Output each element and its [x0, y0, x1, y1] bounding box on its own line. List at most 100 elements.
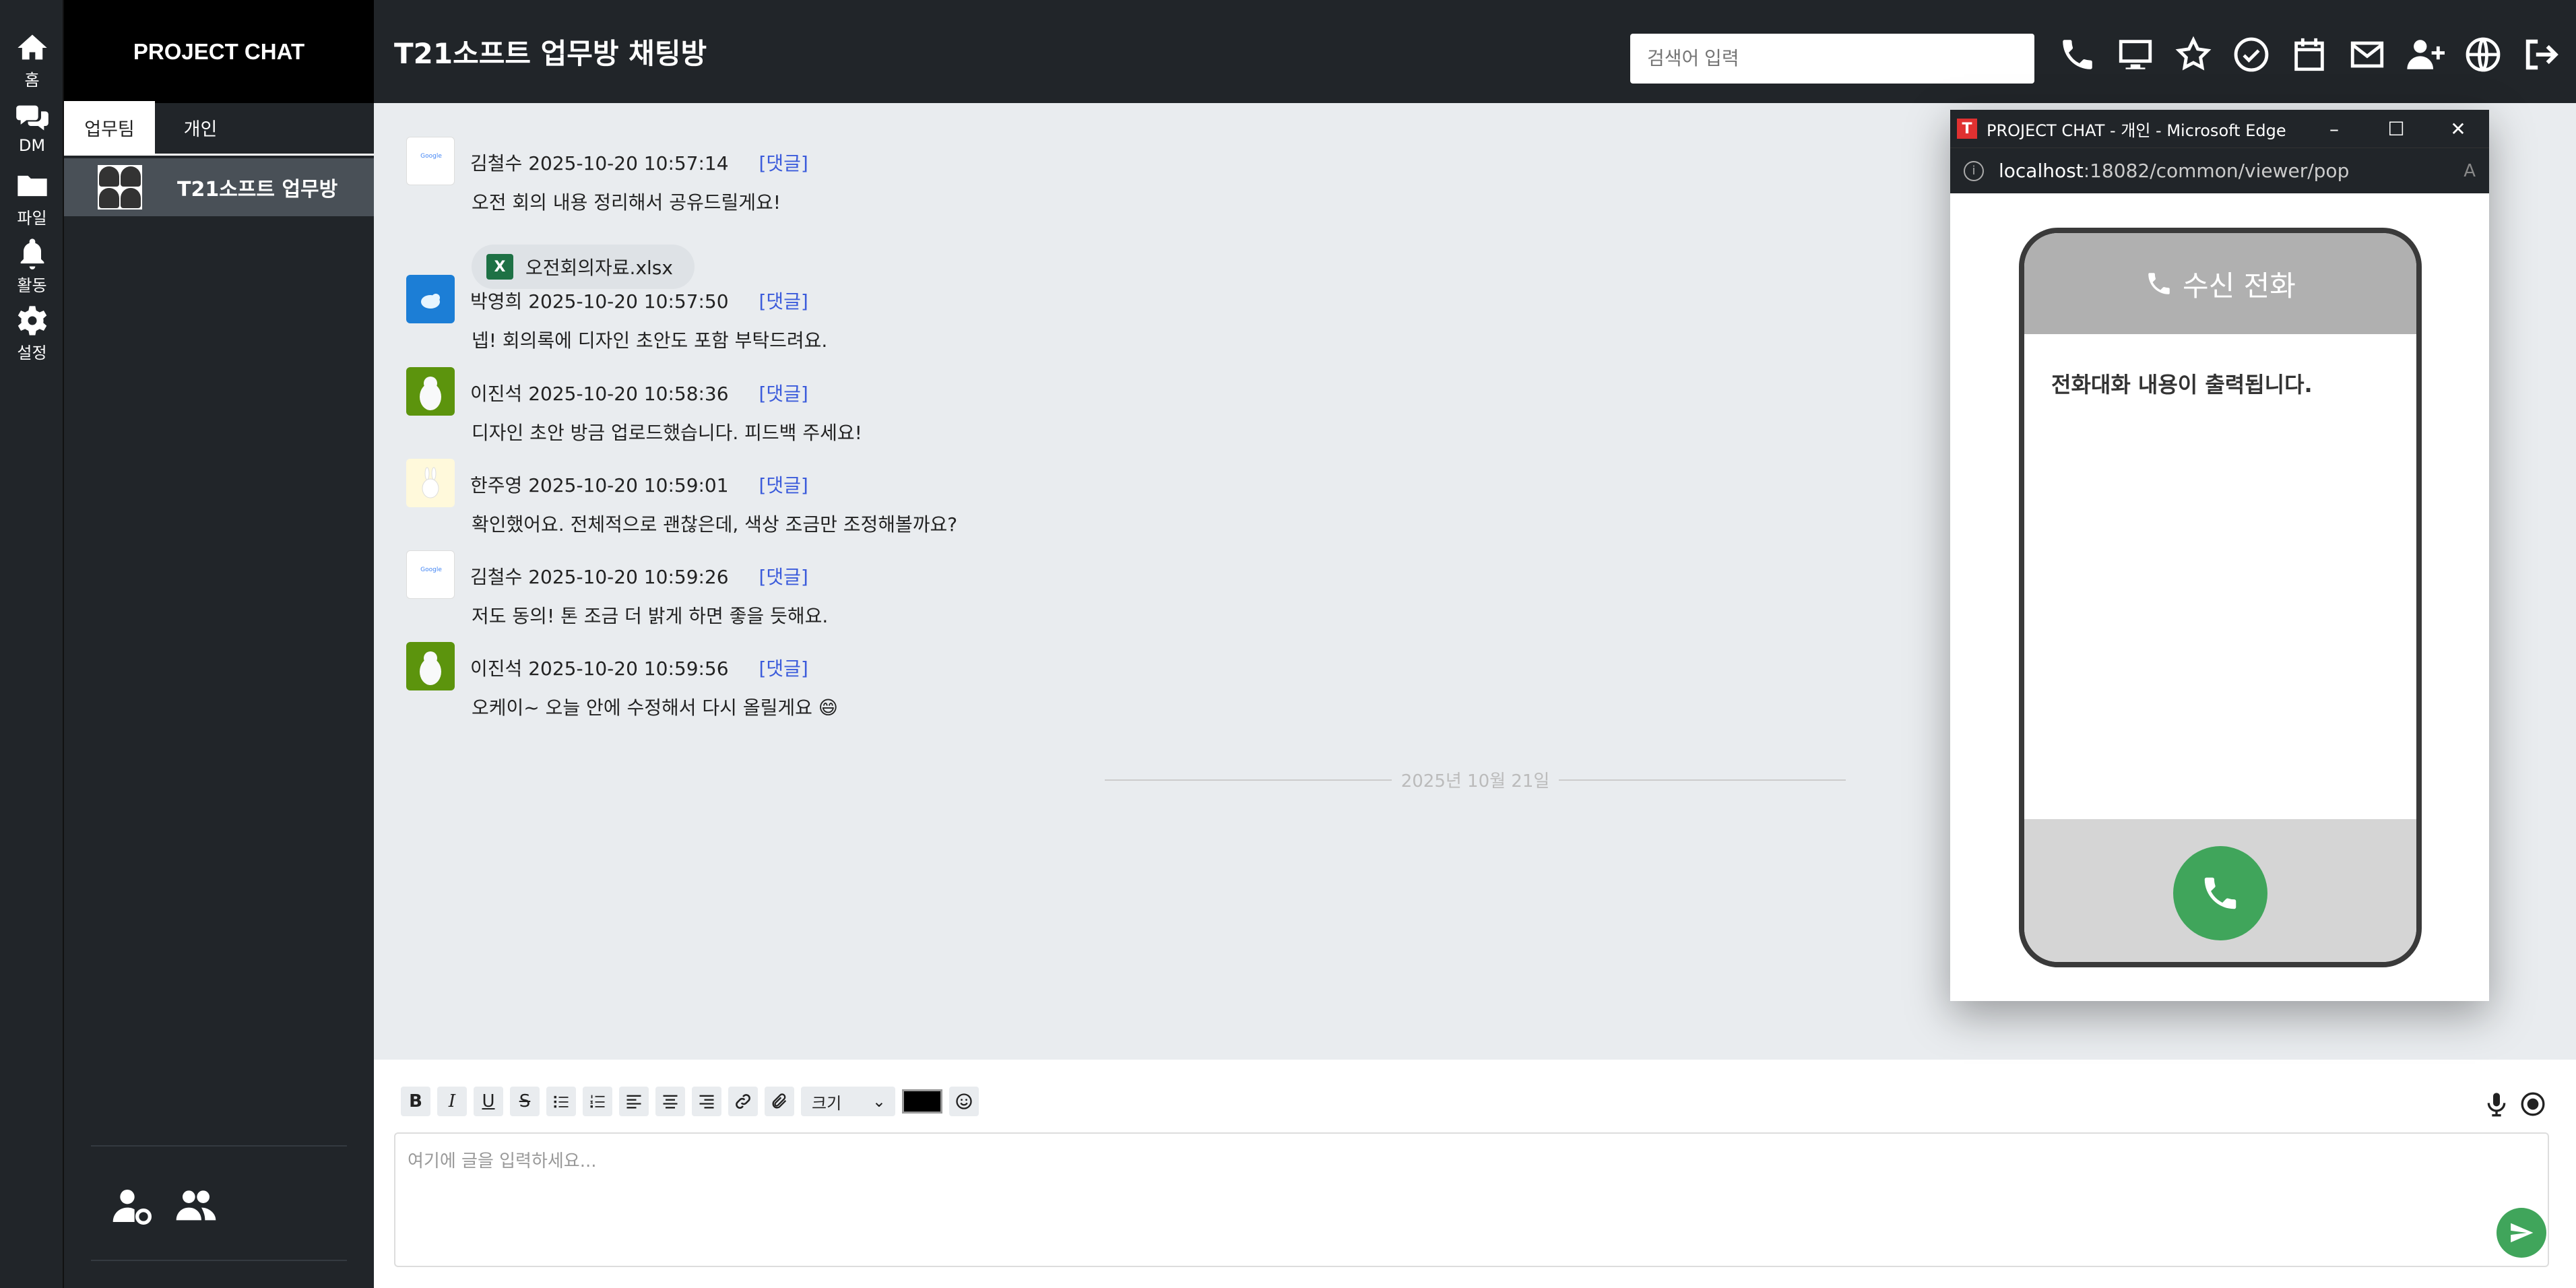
- attach-button[interactable]: [765, 1087, 794, 1116]
- message-author: 김철수: [470, 566, 523, 588]
- bell-icon: [20, 238, 44, 269]
- chat-bubbles-icon: [15, 105, 49, 131]
- reply-link[interactable]: [댓글]: [759, 657, 808, 680]
- tab-team[interactable]: 업무팀: [64, 101, 155, 154]
- room-item-t21[interactable]: T21소프트 업무방: [64, 158, 374, 216]
- svg-text:Google: Google: [420, 153, 442, 160]
- message-author: 김철수: [470, 152, 523, 174]
- globe-icon[interactable]: [2464, 35, 2503, 74]
- message-text: 디자인 초안 방금 업로드했습니다. 피드백 주세요!: [472, 422, 862, 444]
- text-color-picker[interactable]: [902, 1089, 942, 1114]
- sidebar-divider-bottom: [91, 1260, 347, 1261]
- align-right-button[interactable]: [692, 1087, 721, 1116]
- message-time: 2025-10-20 10:59:56: [528, 657, 729, 680]
- file-name: 오전회의자료.xlsx: [525, 257, 673, 279]
- message-composer: B I U S 크기 ⌄ 여기에 글을 입력하세요...: [374, 1060, 2576, 1288]
- message-input[interactable]: 여기에 글을 입력하세요...: [394, 1132, 2549, 1267]
- phone-icon: [2204, 877, 2236, 909]
- italic-button[interactable]: I: [437, 1087, 467, 1116]
- call-popup-window: T PROJECT CHAT - 개인 - Microsoft Edge – ☐…: [1950, 110, 2489, 1001]
- info-icon[interactable]: i: [1964, 160, 1984, 181]
- popup-window-title: PROJECT CHAT - 개인 - Microsoft Edge: [1987, 121, 2286, 140]
- nav-dm[interactable]: DM: [0, 100, 64, 155]
- nav-home[interactable]: 홈: [0, 30, 64, 90]
- nav-home-label: 홈: [24, 71, 40, 90]
- minimize-icon[interactable]: –: [2303, 118, 2365, 140]
- sidebar-divider: [91, 1145, 347, 1147]
- check-circle-icon[interactable]: [2232, 35, 2271, 74]
- avatar: Google: [406, 137, 455, 185]
- align-right-icon: [699, 1095, 714, 1109]
- phone-icon: [2148, 273, 2170, 294]
- maximize-icon[interactable]: ☐: [2365, 118, 2427, 140]
- message-time: 2025-10-20 10:58:36: [528, 383, 729, 405]
- file-attachment[interactable]: X 오전회의자료.xlsx: [472, 245, 695, 289]
- message-header: 이진석 2025-10-20 10:59:56 [댓글]: [470, 654, 808, 681]
- brand-title: PROJECT CHAT: [64, 0, 374, 103]
- close-icon[interactable]: ✕: [2427, 118, 2489, 140]
- bullet-list-button[interactable]: [546, 1087, 576, 1116]
- numbered-list-button[interactable]: [583, 1087, 612, 1116]
- chat-header: T21소프트 업무방 채팅방: [374, 0, 2576, 103]
- call-header: 수신 전화: [2024, 233, 2416, 334]
- monitor-icon[interactable]: [2116, 35, 2155, 74]
- search-input[interactable]: [1630, 34, 2034, 84]
- align-center-button[interactable]: [655, 1087, 685, 1116]
- message-time: 2025-10-20 10:59:26: [528, 566, 729, 588]
- send-button[interactable]: [2497, 1208, 2546, 1258]
- avatar: [406, 642, 455, 690]
- mail-icon[interactable]: [2348, 35, 2387, 74]
- phone-icon[interactable]: [2058, 35, 2097, 74]
- nav-files[interactable]: 파일: [0, 168, 64, 228]
- message-header: 박영희 2025-10-20 10:57:50 [댓글]: [470, 287, 808, 314]
- reply-link[interactable]: [댓글]: [759, 566, 808, 588]
- reply-link[interactable]: [댓글]: [759, 383, 808, 405]
- app-logo-icon: T: [1957, 119, 1977, 139]
- link-button[interactable]: [728, 1087, 758, 1116]
- message-header: 한주영 2025-10-20 10:59:01 [댓글]: [470, 471, 808, 498]
- message-author: 한주영: [470, 474, 523, 496]
- align-left-button[interactable]: [619, 1087, 649, 1116]
- calendar-icon[interactable]: [2290, 35, 2329, 74]
- logout-icon[interactable]: [2521, 35, 2561, 74]
- message-header: 김철수 2025-10-20 10:59:26 [댓글]: [470, 562, 808, 589]
- tab-personal[interactable]: 개인: [155, 101, 246, 154]
- users-icon[interactable]: [174, 1184, 218, 1227]
- bullet-list-icon: [554, 1095, 569, 1108]
- reply-link[interactable]: [댓글]: [759, 290, 808, 313]
- add-user-icon[interactable]: [2406, 35, 2445, 74]
- message-author: 박영희: [470, 290, 523, 313]
- nav-files-label: 파일: [17, 209, 47, 228]
- message-text: 저도 동의! 톤 조금 더 밝게 하면 좋을 듯해요.: [472, 605, 829, 627]
- microphone-icon[interactable]: [2483, 1091, 2510, 1118]
- avatar: Google: [406, 550, 455, 599]
- answer-call-button[interactable]: [2173, 846, 2267, 940]
- nav-settings[interactable]: 설정: [0, 303, 64, 363]
- message-time: 2025-10-20 10:59:01: [528, 474, 729, 496]
- message-text: 오케이~ 오늘 안에 수정해서 다시 올릴게요 😄: [472, 697, 838, 719]
- strikethrough-button[interactable]: S: [510, 1087, 540, 1116]
- message-header: 이진석 2025-10-20 10:58:36 [댓글]: [470, 379, 808, 406]
- message-author: 이진석: [470, 657, 523, 680]
- message-text: 오전 회의 내용 정리해서 공유드릴게요!: [472, 191, 781, 214]
- bold-button[interactable]: B: [401, 1087, 430, 1116]
- align-left-icon: [626, 1095, 641, 1109]
- star-icon[interactable]: [2174, 35, 2213, 74]
- reply-link[interactable]: [댓글]: [759, 474, 808, 496]
- read-aloud-icon[interactable]: A: [2464, 161, 2476, 181]
- emoji-button[interactable]: [949, 1087, 979, 1116]
- excel-file-icon: X: [486, 254, 513, 280]
- font-size-select[interactable]: 크기 ⌄: [801, 1087, 895, 1116]
- nav-activity[interactable]: 활동: [0, 236, 64, 296]
- user-settings-icon[interactable]: [111, 1184, 154, 1227]
- reply-link[interactable]: [댓글]: [759, 152, 808, 174]
- nav-activity-label: 활동: [17, 276, 47, 295]
- record-icon[interactable]: [2519, 1091, 2546, 1118]
- underline-button[interactable]: U: [474, 1087, 503, 1116]
- message-text: 넵! 회의록에 디자인 초안도 포함 부탁드려요.: [472, 329, 828, 352]
- header-toolbar: [2058, 35, 2561, 74]
- window-controls: – ☐ ✕: [2303, 118, 2489, 140]
- voice-controls: [2483, 1091, 2546, 1118]
- avatar: [406, 367, 455, 416]
- avatar: [406, 275, 455, 323]
